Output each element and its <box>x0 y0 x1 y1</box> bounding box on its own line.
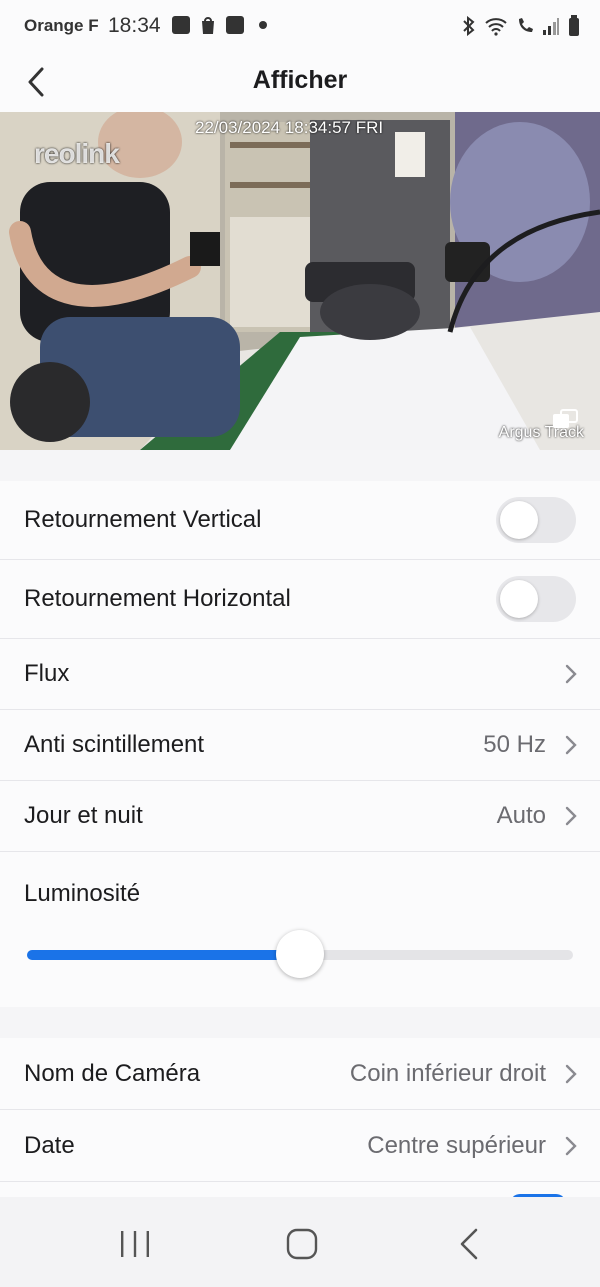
notification-icons <box>172 15 267 35</box>
anti-flicker-row[interactable]: Anti scintillement 50 Hz <box>0 710 600 781</box>
osd-settings: Nom de Caméra Coin inférieur droit Date … <box>0 1038 600 1197</box>
chevron-right-icon <box>565 735 577 755</box>
day-night-label: Jour et nuit <box>24 802 143 829</box>
camera-switch-icon <box>553 409 578 428</box>
stream-label: Flux <box>24 660 70 687</box>
checkbox-icon <box>226 16 244 34</box>
horizontal-flip-toggle[interactable] <box>496 576 576 622</box>
date-position-value: Centre supérieur <box>367 1131 546 1159</box>
brightness-label: Luminosité <box>24 880 141 907</box>
chevron-right-icon <box>565 1136 577 1155</box>
signal-icon <box>543 18 559 35</box>
more-notifications-icon <box>259 21 267 29</box>
camera-preview[interactable]: reolink 22/03/2024 18:34:57 FRI Argus Tr… <box>0 112 600 450</box>
toggle-knob <box>500 501 538 539</box>
camera-name-position-value: Coin inférieur droit <box>349 1059 546 1087</box>
gallery-icon <box>172 16 190 34</box>
anti-flicker-label: Anti scintillement <box>24 731 205 758</box>
status-bar: Orange F 18:34 <box>0 0 600 52</box>
horizontal-flip-row: Retournement Horizontal <box>0 560 600 639</box>
page-title: Afficher <box>252 66 348 94</box>
brightness-row: Luminosité <box>0 852 600 1006</box>
day-night-row[interactable]: Jour et nuit Auto <box>0 781 600 852</box>
camera-name-position-row[interactable]: Nom de Caméra Coin inférieur droit <box>0 1038 600 1110</box>
anti-flicker-value: 50 Hz <box>483 731 546 758</box>
home-icon[interactable] <box>285 1227 319 1261</box>
brand-logo: reolink <box>34 138 120 169</box>
system-icons <box>462 15 580 37</box>
vertical-flip-toggle[interactable] <box>496 497 576 543</box>
brightness-slider-handle[interactable] <box>276 930 324 978</box>
date-position-label: Date <box>24 1131 75 1159</box>
chevron-right-icon <box>565 806 577 826</box>
vertical-flip-label: Retournement Vertical <box>24 506 262 533</box>
horizontal-flip-label: Retournement Horizontal <box>24 585 291 612</box>
display-settings: Retournement Vertical Retournement Horiz… <box>0 481 600 1007</box>
stream-row[interactable]: Flux <box>0 639 600 710</box>
shopping-bag-icon <box>202 17 214 34</box>
wifi-icon <box>485 18 507 36</box>
osd-timestamp: 22/03/2024 18:34:57 FRI <box>195 118 384 137</box>
carrier-label: Orange F <box>24 16 99 35</box>
clock: 18:34 <box>108 14 161 37</box>
camera-name-position-label: Nom de Caméra <box>24 1059 201 1087</box>
app-header: Afficher <box>0 52 600 112</box>
brightness-slider[interactable] <box>27 930 573 978</box>
bluetooth-icon <box>463 16 475 36</box>
wifi-call-icon <box>519 18 533 32</box>
chevron-right-icon <box>565 664 577 684</box>
back-nav-icon[interactable] <box>453 1227 487 1261</box>
vertical-flip-row: Retournement Vertical <box>0 481 600 560</box>
recent-apps-icon[interactable] <box>118 1227 152 1261</box>
toggle-knob <box>500 580 538 618</box>
system-nav-bar <box>0 1197 600 1287</box>
day-night-value: Auto <box>496 802 546 829</box>
battery-icon <box>569 15 579 36</box>
chevron-right-icon <box>565 1064 577 1083</box>
date-position-row[interactable]: Date Centre supérieur <box>0 1110 600 1182</box>
brightness-slider-fill <box>27 950 300 960</box>
